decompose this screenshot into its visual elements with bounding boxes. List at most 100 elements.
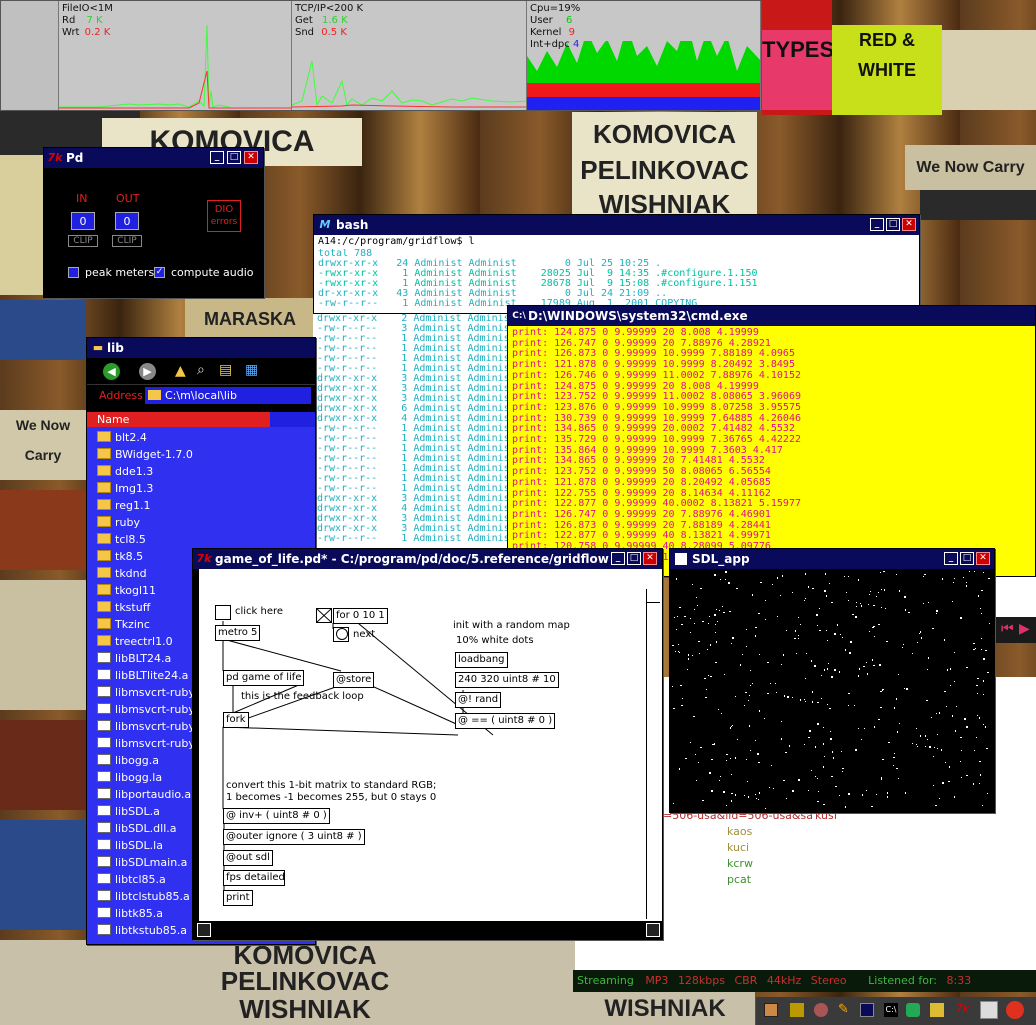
outer-object[interactable]: @outer ignore ( 3 uint8 # )	[223, 829, 365, 845]
terminal-icon[interactable]	[860, 1003, 874, 1017]
life-cell	[765, 808, 766, 809]
rand-object[interactable]: @! rand	[455, 692, 502, 708]
file-list-item[interactable]: tcl8.5	[87, 531, 315, 548]
life-cell	[981, 649, 982, 650]
out-clip-indicator: CLIP	[112, 235, 142, 247]
pd-logo-icon[interactable]: 7k	[956, 1002, 969, 1015]
life-cell	[845, 649, 846, 651]
file-list-item[interactable]: reg1.1	[87, 497, 315, 514]
back-icon[interactable]: ◀	[103, 363, 120, 380]
lib-titlebar[interactable]: ▬ lib	[87, 338, 315, 358]
pd-titlebar[interactable]: 7k Pd _ □ ✕	[44, 148, 263, 168]
dio-errors-button[interactable]: DIO errors	[207, 200, 241, 232]
file-list-item[interactable]: dde1.3	[87, 463, 315, 480]
address-input[interactable]: C:\m\local\lib	[145, 387, 311, 404]
folders-icon[interactable]: ▤	[219, 362, 232, 378]
loadbang-object[interactable]: loadbang	[455, 652, 508, 668]
search-icon[interactable]: ⌕	[197, 362, 205, 378]
user-label: User	[530, 15, 553, 26]
life-cell	[826, 595, 827, 597]
store-object[interactable]: @store	[333, 672, 375, 688]
life-cell	[834, 633, 836, 635]
life-cell	[682, 698, 683, 699]
file-list-item[interactable]: ruby	[87, 514, 315, 531]
folder-icon	[97, 533, 111, 544]
play-icon[interactable]: ▶	[1019, 621, 1030, 637]
bash-titlebar[interactable]: M bash _ □ ✕	[314, 215, 919, 235]
folder-icon[interactable]	[790, 1003, 804, 1017]
out-sdl-object[interactable]: @out sdl	[223, 850, 273, 866]
bang-button[interactable]	[215, 605, 231, 620]
folder-icon[interactable]	[930, 1003, 944, 1017]
previous-icon[interactable]: ⏮	[1001, 621, 1014, 637]
eq-object[interactable]: @ == ( uint8 # 0 )	[455, 713, 556, 729]
life-cell	[872, 659, 873, 661]
window-icon[interactable]	[980, 1001, 998, 1019]
minimize-button[interactable]: _	[210, 151, 224, 164]
life-cell	[934, 747, 935, 748]
cmd-icon[interactable]: C:\	[884, 1003, 898, 1017]
app-icon[interactable]	[1006, 1001, 1024, 1019]
dims-message[interactable]: 240 320 uint8 # 10	[455, 672, 559, 688]
life-cell	[917, 642, 918, 643]
station-link[interactable]: kcrw	[727, 857, 753, 870]
life-cell	[920, 735, 921, 737]
forward-icon[interactable]: ▶	[139, 363, 156, 380]
tool-icon[interactable]: ✎	[838, 1002, 849, 1017]
life-cell	[690, 742, 691, 743]
maximize-button[interactable]: □	[227, 151, 241, 164]
life-cell	[987, 672, 989, 673]
toggle-box[interactable]	[316, 608, 332, 623]
maximize-button[interactable]: □	[960, 552, 974, 565]
life-cell	[888, 742, 890, 743]
life-cell	[860, 603, 861, 604]
station-link[interactable]: kuci	[727, 841, 749, 854]
life-cell	[726, 805, 727, 806]
minimize-button[interactable]: _	[870, 218, 884, 231]
cbr-label: CBR	[734, 974, 758, 987]
station-link[interactable]: kaos	[727, 825, 752, 838]
for-object[interactable]: for 0 10 1	[333, 608, 388, 624]
print-object[interactable]: print	[223, 890, 253, 906]
life-cell	[908, 612, 910, 613]
life-cell	[736, 588, 738, 589]
life-cell	[723, 791, 725, 793]
name-column-header[interactable]: Name	[87, 412, 315, 427]
next-bang[interactable]	[333, 627, 349, 642]
metro-object[interactable]: metro 5	[215, 625, 261, 641]
minimize-button[interactable]: _	[944, 552, 958, 565]
life-cell	[746, 646, 747, 647]
game-of-life-subpatch[interactable]: pd game of life	[223, 670, 305, 686]
life-cell	[719, 780, 720, 781]
compute-audio-checkbox[interactable]: ✓	[154, 267, 165, 278]
file-list-item[interactable]: Img1.3	[87, 480, 315, 497]
file-icon	[97, 754, 111, 765]
app-icon	[675, 553, 687, 565]
life-cell	[731, 726, 732, 727]
life-cell	[884, 589, 885, 591]
station-link[interactable]: pcat	[727, 873, 751, 886]
maximize-button[interactable]: □	[886, 218, 900, 231]
life-cell	[821, 698, 822, 699]
fork-object[interactable]: fork	[223, 712, 249, 728]
peak-meters-checkbox[interactable]	[68, 267, 79, 278]
inv-object[interactable]: @ inv+ ( uint8 # 0 )	[223, 808, 330, 824]
media-icon[interactable]	[814, 1003, 828, 1017]
app-icon[interactable]	[764, 1003, 778, 1017]
cmd-titlebar[interactable]: C:\ D:\WINDOWS\system32\cmd.exe	[508, 306, 1035, 326]
up-folder-icon[interactable]: ▲	[175, 363, 186, 379]
views-icon[interactable]: ▦	[245, 362, 258, 378]
tray-icon[interactable]	[906, 1003, 920, 1017]
file-list-item[interactable]: blt2.4	[87, 429, 315, 446]
life-cell	[777, 616, 778, 617]
life-cell	[966, 667, 968, 668]
close-button[interactable]: ✕	[902, 218, 916, 231]
fps-object[interactable]: fps detailed	[223, 870, 285, 886]
sdl-titlebar[interactable]: SDL_app _ □ ✕	[670, 549, 994, 569]
life-cell	[673, 708, 675, 709]
life-cell	[678, 644, 679, 645]
file-icon	[97, 907, 111, 918]
close-button[interactable]: ✕	[976, 552, 990, 565]
file-list-item[interactable]: BWidget-1.7.0	[87, 446, 315, 463]
close-button[interactable]: ✕	[244, 151, 258, 164]
